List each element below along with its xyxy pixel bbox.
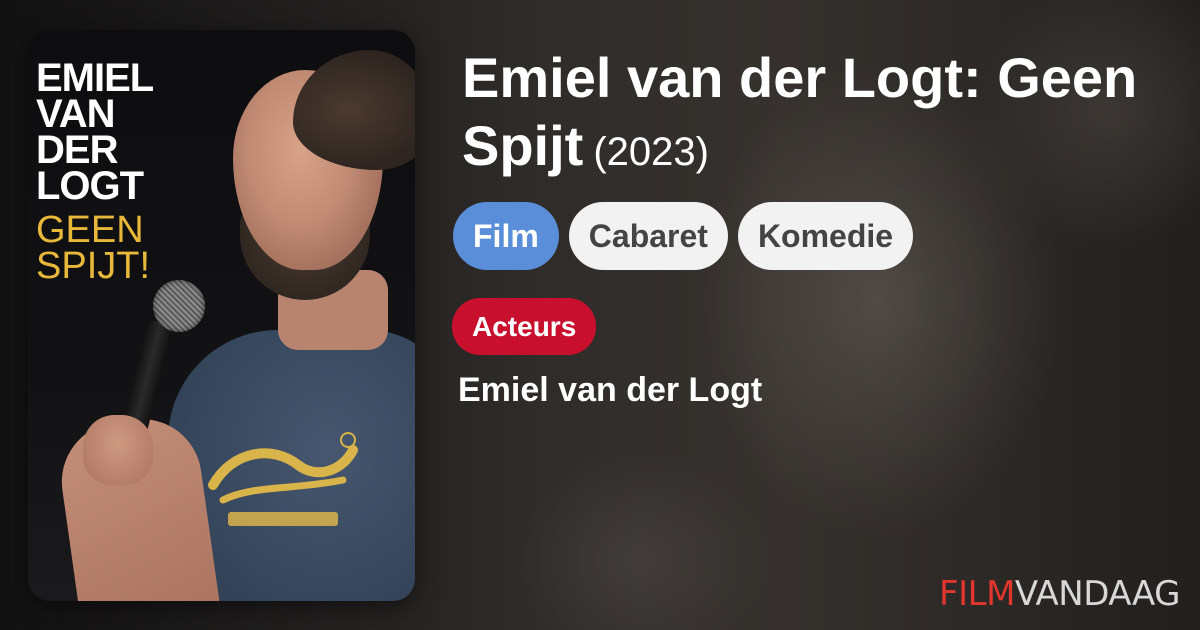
performer-hand — [83, 415, 153, 485]
microphone-icon — [153, 280, 205, 332]
poster-title: EMIEL VAN DER LOGT — [36, 56, 154, 208]
movie-title-text: Emiel van der Logt: Geen Spijt — [462, 46, 1138, 177]
poster-subtitle-line: GEEN — [36, 209, 144, 251]
actors-badge: Acteurs — [452, 298, 597, 355]
tag-film[interactable]: Film — [453, 202, 559, 270]
tag-cabaret[interactable]: Cabaret — [568, 202, 728, 270]
tag-komedie[interactable]: Komedie — [737, 202, 914, 270]
brand-part-vandaag: VANDAAG — [1014, 574, 1181, 614]
share-card: EMIEL VAN DER LOGT GEEN SPIJT! Emiel van… — [0, 0, 1200, 630]
poster-title-line: LOGT — [36, 164, 144, 208]
poster-title-line: VAN — [36, 92, 115, 136]
genre-tags: Film Cabaret Komedie — [453, 202, 914, 270]
movie-title: Emiel van der Logt: Geen Spijt (2023) — [462, 44, 1162, 186]
filmvandaag-logo[interactable]: FILMVANDAAG — [939, 574, 1180, 614]
performer-hair — [293, 50, 415, 170]
movie-year: (2023) — [593, 130, 709, 174]
shirt-logo-graphic — [208, 432, 358, 526]
brand-part-film: FILM — [939, 574, 1015, 614]
movie-poster[interactable]: EMIEL VAN DER LOGT GEEN SPIJT! — [28, 30, 415, 601]
poster-subtitle: GEEN SPIJT! — [36, 209, 151, 287]
poster-subtitle-line: SPIJT! — [36, 245, 151, 287]
poster-title-line: DER — [36, 128, 118, 172]
actor-name[interactable]: Emiel van der Logt — [458, 370, 762, 410]
poster-title-line: EMIEL — [36, 56, 154, 100]
